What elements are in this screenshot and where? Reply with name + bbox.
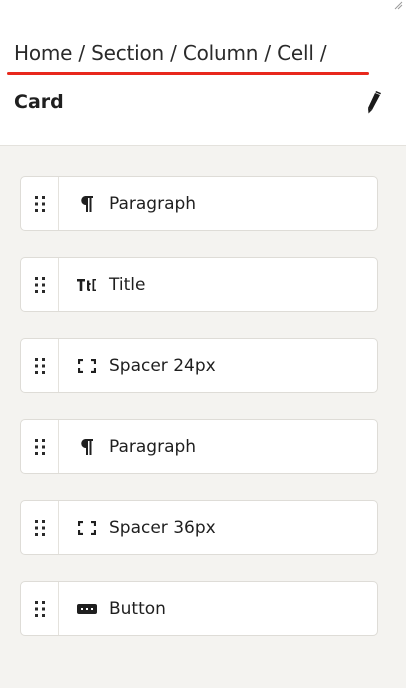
resize-grip-icon[interactable]: [393, 0, 403, 10]
block-item-title[interactable]: Title: [20, 257, 378, 312]
block-label: Spacer 36px: [109, 517, 216, 538]
spacer-icon: [76, 517, 98, 539]
drag-handle[interactable]: [21, 582, 59, 635]
breadcrumb-underline: [7, 72, 369, 75]
drag-handle[interactable]: [21, 420, 59, 473]
block-label: Paragraph: [109, 193, 197, 214]
paragraph-icon: [76, 193, 98, 215]
block-list: Paragraph Title Spacer 24px Paragraph Sp…: [20, 176, 378, 662]
block-item-spacer-36[interactable]: Spacer 36px: [20, 500, 378, 555]
title-icon: [76, 274, 98, 296]
block-label: Spacer 24px: [109, 355, 216, 376]
paragraph-icon: [76, 436, 98, 458]
drag-handle[interactable]: [21, 501, 59, 554]
drag-handle[interactable]: [21, 258, 59, 311]
drag-handle-icon: [34, 519, 45, 536]
drag-handle[interactable]: [21, 339, 59, 392]
drag-handle-icon: [34, 357, 45, 374]
block-label: Button: [109, 598, 166, 619]
block-item-spacer-24[interactable]: Spacer 24px: [20, 338, 378, 393]
block-label: Title: [109, 274, 146, 295]
page-title: Card: [14, 91, 64, 113]
block-item-paragraph[interactable]: Paragraph: [20, 176, 378, 231]
spacer-icon: [76, 355, 98, 377]
block-item-button[interactable]: Button: [20, 581, 378, 636]
button-icon: [76, 598, 98, 620]
block-label: Paragraph: [109, 436, 197, 457]
block-item-paragraph[interactable]: Paragraph: [20, 419, 378, 474]
drag-handle-icon: [34, 195, 45, 212]
drag-handle-icon: [34, 438, 45, 455]
drag-handle[interactable]: [21, 177, 59, 230]
drag-handle-icon: [34, 600, 45, 617]
panel-header: Home / Section / Column / Cell / Card: [0, 0, 406, 146]
edit-button[interactable]: [362, 90, 384, 116]
breadcrumb[interactable]: Home / Section / Column / Cell /: [14, 39, 327, 67]
drag-handle-icon: [34, 276, 45, 293]
pencil-icon: [368, 91, 381, 114]
